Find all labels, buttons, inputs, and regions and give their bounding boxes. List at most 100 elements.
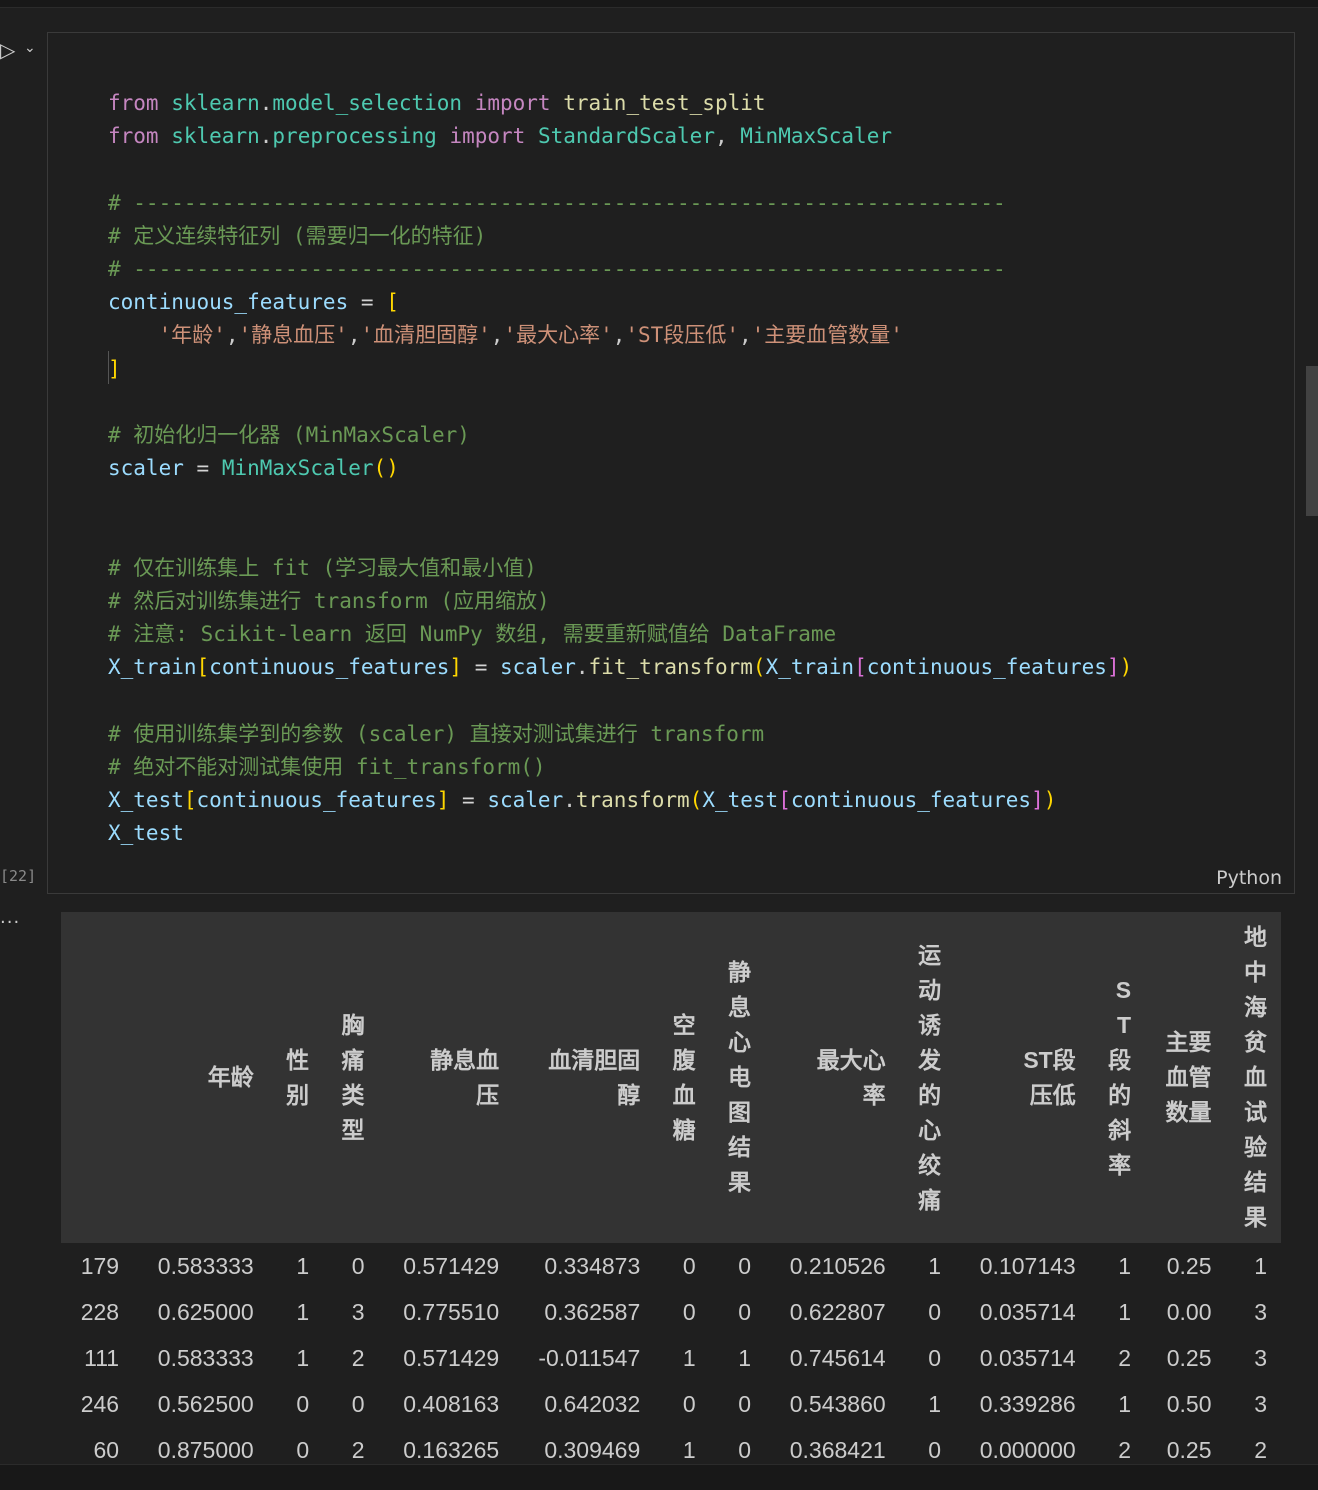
table-cell: 0: [928, 1299, 942, 1325]
table-cell: 2: [1118, 1437, 1132, 1463]
table-cell: 0.334873: [544, 1253, 641, 1279]
table-row: 60 0.875000 0 2 0.163265 0.309469 1 0 0.368421 0 0…: [61, 1427, 1281, 1464]
table-body: 179 0.583333 1 0 0.571429 0.334873 0 0 0.210526 1…: [61, 1243, 1281, 1464]
table-cell: 3: [351, 1299, 365, 1325]
table-cell: 0.362587: [544, 1299, 641, 1325]
chevron-down-icon[interactable]: ⌄: [24, 40, 36, 56]
column-header: 运动诱发的心绞痛: [899, 912, 956, 1243]
table-cell: 0.642032: [544, 1391, 641, 1417]
table-cell: 1: [296, 1253, 310, 1279]
table-cell: 2: [351, 1437, 365, 1463]
table-header-row: 年龄性别胸痛类型静息血压血清胆固醇空腹血糖静息心电图结果最大心率运动诱发的心绞痛…: [61, 912, 1281, 1243]
table-cell: 2: [351, 1345, 365, 1371]
table-row: 228 0.625000 1 3 0.775510 0.362587 0 0 0.622807 0…: [61, 1289, 1281, 1335]
table-cell: 1: [1254, 1253, 1267, 1279]
column-header: 最大心率: [765, 912, 900, 1243]
table-cell: 0: [351, 1391, 365, 1417]
table-cell: 0: [682, 1299, 696, 1325]
table-cell: 0.163265: [403, 1437, 500, 1463]
table-cell: 0.622807: [789, 1299, 886, 1325]
row-index: 228: [80, 1299, 120, 1325]
table-cell: 0: [738, 1299, 752, 1325]
table-cell: 0: [296, 1437, 310, 1463]
editor-scrollbar[interactable]: [1306, 366, 1318, 516]
table-cell: 0.210526: [789, 1253, 886, 1279]
table-cell: 0.625000: [157, 1299, 254, 1325]
table-cell: -0.011547: [538, 1345, 641, 1371]
column-header: 性别: [267, 912, 324, 1243]
table-cell: 1: [682, 1437, 696, 1463]
cell-output: 年龄性别胸痛类型静息血压血清胆固醇空腹血糖静息心电图结果最大心率运动诱发的心绞痛…: [61, 912, 1281, 1464]
table-cell: 0.562500: [157, 1391, 254, 1417]
table-cell: 0.107143: [979, 1253, 1076, 1279]
column-header: 静息心电图结果: [709, 912, 766, 1243]
table-row: 111 0.583333 1 2 0.571429 -0.011547 1 1 0.745614…: [61, 1335, 1281, 1381]
table-cell: 1: [738, 1345, 752, 1371]
column-header: 血清胆固醇: [513, 912, 655, 1243]
column-header: 空腹血糖: [654, 912, 710, 1243]
table-cell: 0.408163: [403, 1391, 500, 1417]
execution-count: [22]: [0, 867, 37, 885]
table-cell: 0.50: [1166, 1391, 1212, 1417]
table-cell: 0.035714: [979, 1345, 1076, 1371]
table-row: 246 0.562500 0 0 0.408163 0.642032 0 0 0.543860 1…: [61, 1381, 1281, 1427]
code-cell[interactable]: from sklearn.model_selection import trai…: [47, 32, 1295, 894]
table-cell: 0: [738, 1253, 752, 1279]
table-cell: 3: [1254, 1299, 1267, 1325]
column-header: 静息血压: [378, 912, 514, 1243]
column-header: ST段的斜率: [1089, 912, 1146, 1243]
table-cell: 0.25: [1166, 1437, 1212, 1463]
table-cell: 3: [1254, 1391, 1267, 1417]
run-cell-icon[interactable]: ▷: [0, 38, 15, 62]
table-cell: 0.775510: [403, 1299, 500, 1325]
table-cell: 0.571429: [403, 1345, 500, 1371]
table-cell: 0.583333: [157, 1345, 254, 1371]
table-cell: 0: [738, 1391, 752, 1417]
table-cell: 0: [351, 1253, 365, 1279]
table-cell: 0.00: [1166, 1299, 1212, 1325]
table-cell: 0.368421: [789, 1437, 886, 1463]
table-cell: 1: [682, 1345, 696, 1371]
table-cell: 3: [1254, 1345, 1267, 1371]
table-cell: 0.745614: [789, 1345, 886, 1371]
table-cell: 0.000000: [979, 1437, 1076, 1463]
table-cell: 0: [682, 1391, 696, 1417]
top-bar: [0, 0, 1318, 8]
table-cell: 0.571429: [403, 1253, 500, 1279]
table-cell: 0.25: [1166, 1253, 1212, 1279]
table-cell: 0: [682, 1253, 696, 1279]
table-cell: 0.543860: [789, 1391, 886, 1417]
table-cell: 1: [1118, 1299, 1132, 1325]
table-cell: 0.875000: [157, 1437, 254, 1463]
table-cell: 0.25: [1166, 1345, 1212, 1371]
table-cell: 0.035714: [979, 1299, 1076, 1325]
table-row: 179 0.583333 1 0 0.571429 0.334873 0 0 0.210526 1…: [61, 1243, 1281, 1289]
row-index: 246: [80, 1391, 120, 1417]
dataframe-table: 年龄性别胸痛类型静息血压血清胆固醇空腹血糖静息心电图结果最大心率运动诱发的心绞痛…: [61, 912, 1281, 1464]
row-index: 111: [84, 1345, 120, 1371]
column-header: 主要 血管 数量: [1145, 912, 1226, 1243]
table-cell: 0: [928, 1437, 942, 1463]
table-cell: 0.309469: [544, 1437, 641, 1463]
table-cell: 2: [1118, 1345, 1132, 1371]
table-cell: 1: [928, 1391, 942, 1417]
column-header: ST段 压低: [955, 912, 1090, 1243]
column-header: 胸痛类型: [323, 912, 379, 1243]
cell-language-label[interactable]: Python: [1216, 867, 1282, 889]
table-cell: 0.583333: [157, 1253, 254, 1279]
table-cell: 1: [1118, 1391, 1132, 1417]
row-index: 179: [80, 1253, 120, 1279]
bottom-panel-bar: [0, 1464, 1318, 1490]
output-more-icon[interactable]: ···: [0, 912, 20, 933]
row-index: 60: [93, 1437, 120, 1463]
column-header: 地中海贫血试验结果: [1225, 912, 1281, 1243]
table-cell: 1: [928, 1253, 942, 1279]
column-header: 年龄: [133, 912, 268, 1243]
table-cell: 1: [296, 1299, 310, 1325]
table-cell: 0: [296, 1391, 310, 1417]
code-editor[interactable]: from sklearn.model_selection import trai…: [108, 87, 1132, 851]
table-cell: 2: [1254, 1437, 1267, 1463]
table-cell: 0: [738, 1437, 752, 1463]
table-cell: 0: [928, 1345, 942, 1371]
table-cell: 1: [296, 1345, 310, 1371]
